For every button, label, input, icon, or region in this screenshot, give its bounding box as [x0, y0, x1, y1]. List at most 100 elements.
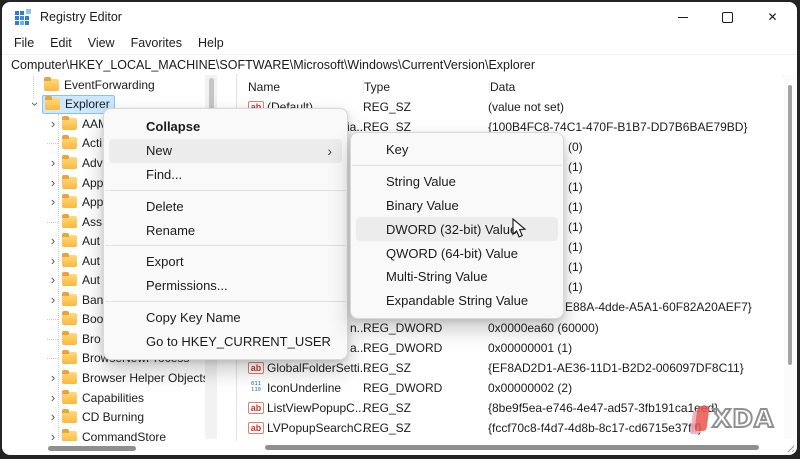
window-title: Registry Editor: [40, 10, 122, 24]
minimize-icon: [678, 17, 688, 18]
close-button[interactable]: ✕: [750, 2, 795, 32]
chevron-right-icon[interactable]: ›: [44, 254, 62, 268]
value-data: (1): [568, 260, 583, 274]
list-header: Name Type Data: [238, 78, 783, 97]
folder-icon: [62, 294, 77, 306]
tree-item-label: EventForwarding: [64, 78, 155, 92]
submenu-item-binary-value[interactable]: Binary Value: [356, 194, 558, 218]
tree-item[interactable]: › Capabilities: [2, 388, 236, 408]
menu-item-new[interactable]: New ›: [109, 139, 342, 163]
tree-item-label: Acti: [82, 136, 102, 150]
menu-help[interactable]: Help: [190, 36, 232, 50]
menu-item-rename[interactable]: Rename: [109, 218, 342, 242]
chevron-right-icon[interactable]: ›: [44, 117, 62, 131]
tree-item[interactable]: › Browser Helper Objects: [2, 368, 236, 388]
value-type: REG_DWORD: [363, 381, 488, 395]
menu-item-export[interactable]: Export: [109, 250, 342, 274]
tree-guide-line: [58, 114, 59, 440]
folder-icon: [62, 411, 77, 423]
value-data: (value not set): [488, 100, 783, 114]
value-name: ListViewPopupC...: [267, 401, 365, 415]
address-bar[interactable]: Computer\HKEY_LOCAL_MACHINE\SOFTWARE\Mic…: [2, 54, 797, 76]
chevron-right-icon[interactable]: ›: [44, 410, 62, 424]
menu-file[interactable]: File: [6, 36, 42, 50]
chevron-right-icon[interactable]: ›: [44, 195, 62, 209]
submenu-item-dword-value[interactable]: DWORD (32-bit) Value: [356, 217, 558, 241]
tree-item-eventforwarding[interactable]: EventForwarding: [2, 75, 236, 95]
value-data: (1): [568, 220, 583, 234]
maximize-button[interactable]: [705, 2, 750, 32]
list-vertical-scrollbar-thumb[interactable]: [788, 85, 792, 365]
tree-horizontal-scrollbar-thumb[interactable]: [48, 446, 136, 451]
value-data: (1): [568, 200, 583, 214]
value-data: {EF8AD2D1-AE36-11D1-B2D2-006097DF8C11}: [488, 361, 783, 375]
tree-guide-line: [33, 76, 34, 98]
xda-watermark-text: XDA: [712, 404, 774, 433]
value-type: REG_DWORD: [363, 321, 488, 335]
value-type: REG_SZ: [363, 100, 488, 114]
menu-edit[interactable]: Edit: [42, 36, 80, 50]
value-data: (1): [568, 180, 583, 194]
chevron-right-icon[interactable]: ›: [44, 371, 62, 385]
folder-icon: [62, 196, 77, 208]
folder-icon: [62, 235, 77, 247]
reg-sz-icon: ab: [248, 362, 264, 374]
tree-item-label: Aut: [82, 254, 100, 268]
folder-icon: [62, 118, 77, 130]
tree-item[interactable]: › CD Burning: [2, 407, 236, 427]
menu-item-find[interactable]: Find...: [109, 163, 342, 187]
resize-grip[interactable]: [785, 443, 794, 452]
tree-item-label: Ban: [82, 293, 103, 307]
value-data: E88A-4dde-A5A1-60F82A20AEF7}: [565, 300, 752, 314]
chevron-right-icon[interactable]: ›: [44, 391, 62, 405]
context-menu: Collapse New › Find... Delete Rename Exp…: [103, 108, 348, 360]
registry-path[interactable]: Computer\HKEY_LOCAL_MACHINE\SOFTWARE\Mic…: [11, 58, 535, 72]
submenu-item-expandable-string-value[interactable]: Expandable String Value: [356, 289, 558, 313]
value-data: (1): [568, 240, 583, 254]
column-header-type[interactable]: Type: [364, 80, 490, 94]
submenu-item-multi-string-value[interactable]: Multi-String Value: [356, 265, 558, 289]
menu-item-copy-key-name[interactable]: Copy Key Name: [109, 306, 342, 330]
tree-item-label: CD Burning: [82, 410, 144, 424]
column-header-name[interactable]: Name: [248, 80, 364, 94]
menu-separator: [105, 301, 346, 302]
tree-item-label: App: [82, 195, 103, 209]
reg-sz-icon: ab: [248, 402, 264, 414]
chevron-down-icon[interactable]: ›: [28, 95, 42, 113]
tree-item-label: Aut: [82, 273, 100, 287]
value-type: REG_DWORD: [363, 341, 488, 355]
menu-favorites[interactable]: Favorites: [123, 36, 190, 50]
submenu-item-qword-value[interactable]: QWORD (64-bit) Value: [356, 241, 558, 265]
value-row[interactable]: abGlobalFolderSetti... REG_SZ {EF8AD2D1-…: [238, 358, 783, 378]
minimize-button[interactable]: [660, 2, 705, 32]
menu-view[interactable]: View: [80, 36, 123, 50]
list-horizontal-scrollbar-thumb[interactable]: [265, 445, 759, 450]
chevron-right-icon[interactable]: ›: [44, 293, 62, 307]
menu-item-permissions[interactable]: Permissions...: [109, 274, 342, 298]
folder-icon: [62, 333, 77, 345]
folder-icon: [62, 216, 77, 228]
submenu-item-string-value[interactable]: String Value: [356, 170, 558, 194]
chevron-right-icon[interactable]: ›: [44, 156, 62, 170]
tree-item[interactable]: › CommandStore: [2, 427, 236, 441]
chevron-right-icon[interactable]: ›: [44, 430, 62, 441]
folder-icon: [62, 313, 77, 325]
menu-item-goto-hkcu[interactable]: Go to HKEY_CURRENT_USER: [109, 329, 342, 353]
value-row[interactable]: 011110IconUnderline REG_DWORD 0x00000002…: [238, 378, 783, 398]
folder-icon: [62, 137, 77, 149]
value-data: 0x00000002 (2): [488, 381, 783, 395]
menu-item-collapse[interactable]: Collapse: [109, 115, 342, 139]
value-name: LVPopupSearchC...: [267, 421, 372, 435]
chevron-right-icon[interactable]: ›: [44, 234, 62, 248]
submenu-item-key[interactable]: Key: [356, 138, 558, 162]
registry-editor-window: Registry Editor ✕ File Edit View Favorit…: [2, 2, 797, 455]
tree-item-label: Aut: [82, 234, 100, 248]
column-header-data[interactable]: Data: [490, 80, 783, 94]
chevron-right-icon[interactable]: ›: [44, 176, 62, 190]
value-data: 0x0000ea60 (60000): [488, 321, 783, 335]
chevron-right-icon[interactable]: ›: [44, 273, 62, 287]
value-data: 0x00000001 (1): [488, 341, 783, 355]
menu-item-delete[interactable]: Delete: [109, 194, 342, 218]
title-bar: Registry Editor ✕: [2, 2, 797, 32]
registry-editor-app-icon: [15, 10, 30, 25]
